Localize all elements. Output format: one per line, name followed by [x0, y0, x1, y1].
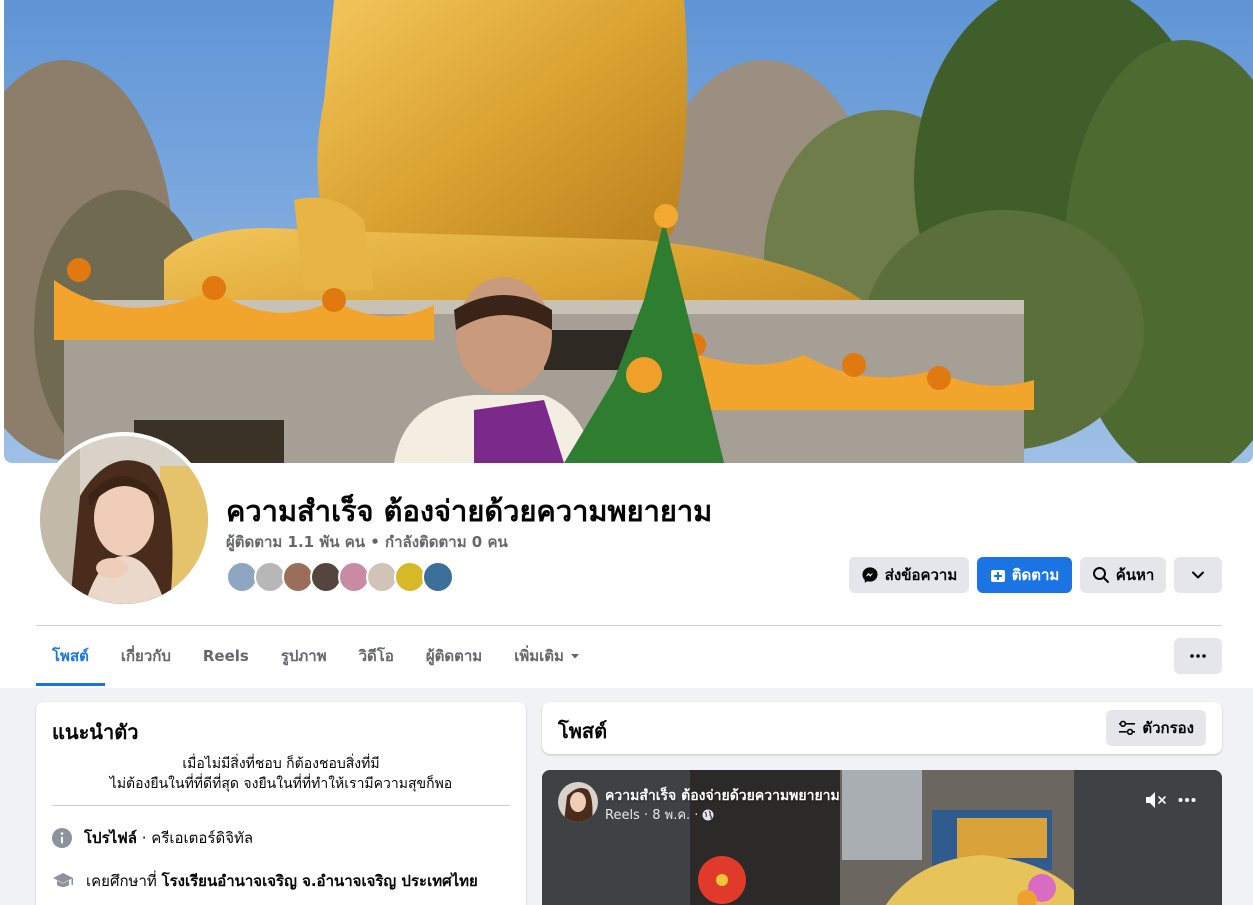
- reel-meta-text[interactable]: Reels · 8 พ.ค. ·: [605, 804, 698, 825]
- intro-title: แนะนำตัว: [52, 720, 139, 744]
- intro-divider: [52, 805, 510, 806]
- search-button-label: ค้นหา: [1115, 566, 1155, 584]
- reel-meta: Reels · 8 พ.ค. ·: [605, 804, 714, 825]
- tab-reels[interactable]: Reels: [187, 626, 265, 686]
- follower-avatar[interactable]: [422, 561, 454, 593]
- filter-button[interactable]: ตัวกรอง: [1106, 710, 1206, 746]
- speaker-muted-icon[interactable]: [1144, 790, 1168, 810]
- profile-more-button[interactable]: [1174, 557, 1222, 593]
- ellipsis-icon[interactable]: [1178, 790, 1196, 810]
- follow-button[interactable]: ติดตาม: [977, 557, 1072, 593]
- globe-icon: [702, 809, 714, 820]
- tab-label: เพิ่มเติม: [514, 647, 564, 665]
- profile-avatar[interactable]: [36, 432, 212, 608]
- tab-label: เกี่ยวกับ: [120, 647, 171, 665]
- messenger-icon: [862, 567, 878, 583]
- intro-profile-label: โปรไฟล์: [84, 829, 137, 847]
- tab-photos[interactable]: รูปภาพ: [265, 626, 343, 686]
- posts-title: โพสต์: [558, 719, 608, 743]
- tab-followers[interactable]: ผู้ติดตาม: [410, 626, 498, 686]
- caret-down-icon: [570, 654, 579, 659]
- profile-tabs: โพสต์ เกี่ยวกับ Reels รูปภาพ วิดีโอ ผู้ต…: [36, 626, 596, 686]
- message-button[interactable]: ส่งข้อความ: [849, 557, 969, 593]
- bio-line: เมื่อไม่มีสิ่งที่ชอบ ก็ต้องชอบสิ่งที่มี: [182, 756, 380, 772]
- follow-button-label: ติดตาม: [1011, 566, 1060, 584]
- cover-photo[interactable]: [4, 0, 1253, 463]
- filter-button-label: ตัวกรอง: [1142, 719, 1194, 737]
- intro-education-school[interactable]: โรงเรียนอำนาจเจริญ จ.อำนาจเจริญ ประเทศไท…: [162, 872, 478, 890]
- intro-education-row: เคยศึกษาที่ โรงเรียนอำนาจเจริญ จ.อำนาจเจ…: [52, 869, 478, 893]
- graduation-cap-icon: [53, 873, 73, 887]
- tab-label: โพสต์: [52, 647, 89, 665]
- tab-posts[interactable]: โพสต์: [36, 626, 105, 686]
- search-icon: [1092, 567, 1109, 583]
- message-button-label: ส่งข้อความ: [884, 566, 958, 584]
- info-icon: [52, 828, 72, 848]
- tab-label: Reels: [202, 647, 249, 665]
- chevron-down-icon: [1192, 571, 1204, 579]
- tab-videos[interactable]: วิดีโอ: [343, 626, 410, 686]
- profile-name: ความสำเร็จ ต้องจ่ายด้วยความพยายาม: [226, 494, 713, 528]
- tab-more[interactable]: เพิ่มเติม: [498, 626, 596, 686]
- follow-plus-icon: [990, 570, 1005, 582]
- profile-header: ความสำเร็จ ต้องจ่ายด้วยความพยายาม ผู้ติด…: [0, 0, 1253, 688]
- tab-label: วิดีโอ: [358, 647, 394, 665]
- tab-options-button[interactable]: [1174, 638, 1222, 674]
- tab-about[interactable]: เกี่ยวกับ: [105, 626, 187, 686]
- tab-label: รูปภาพ: [280, 647, 327, 665]
- follow-stats[interactable]: ผู้ติดตาม 1.1 พัน คน • กำลังติดตาม 0 คน: [226, 530, 508, 554]
- tab-label: ผู้ติดตาม: [425, 647, 483, 665]
- search-button[interactable]: ค้นหา: [1080, 557, 1166, 593]
- intro-card: แนะนำตัว เมื่อไม่มีสิ่งที่ชอบ ก็ต้องชอบส…: [36, 702, 526, 905]
- bio: เมื่อไม่มีสิ่งที่ชอบ ก็ต้องชอบสิ่งที่มี …: [52, 754, 510, 794]
- ellipsis-icon: [1190, 654, 1206, 658]
- intro-education-prefix: เคยศึกษาที่: [86, 872, 162, 890]
- bio-line: ไม่ต้องยืนในที่ที่ดีที่สุด จงยืนในที่ที่…: [109, 776, 453, 792]
- intro-profile-row: โปรไฟล์ · ครีเอเตอร์ดิจิทัล: [52, 826, 253, 850]
- intro-profile-value: · ครีเอเตอร์ดิจิทัล: [137, 829, 254, 847]
- filter-sliders-icon: [1119, 720, 1136, 735]
- reel-author-avatar[interactable]: [558, 782, 598, 822]
- reel-post-card[interactable]: ความสำเร็จ ต้องจ่ายด้วยความพยายาม Reels …: [542, 770, 1222, 905]
- posts-header-card: โพสต์ ตัวกรอง: [542, 702, 1222, 754]
